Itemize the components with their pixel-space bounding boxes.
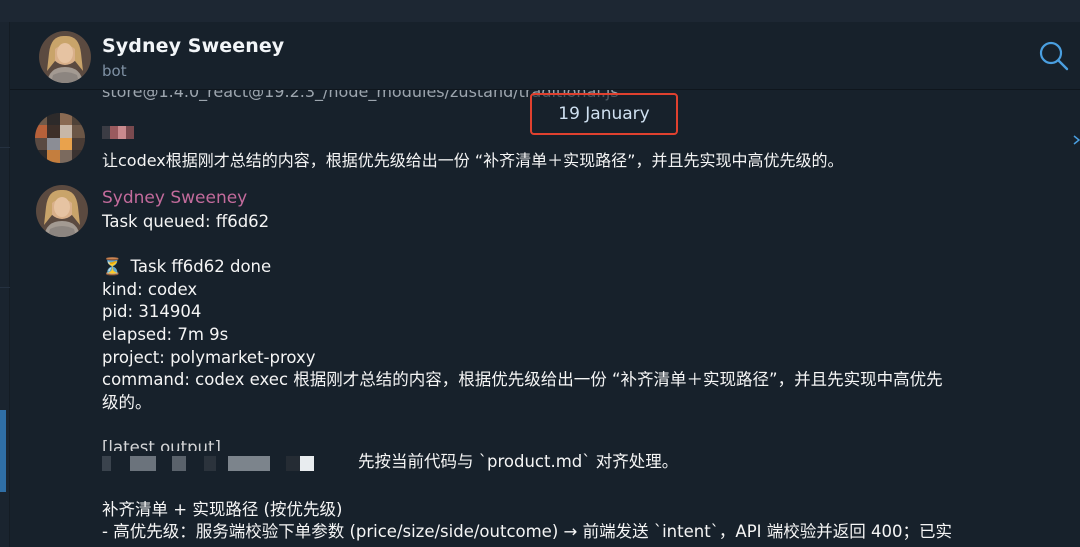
chat-list-edge[interactable] bbox=[0, 22, 10, 547]
redacted-block bbox=[286, 455, 300, 471]
latest-output-text: 先按当前代码与 `product.md` 对齐处理。 bbox=[358, 451, 679, 471]
message-line: 先按当前代码与 `product.md` 对齐处理。 bbox=[102, 451, 1042, 476]
redacted-block bbox=[228, 455, 270, 471]
task-done-text: Task ff6d62 done bbox=[130, 257, 272, 277]
message-line: project: polymarket-proxy bbox=[102, 347, 316, 367]
telegram-window: Sydney Sweeney bot store@1.4.0_react@19.… bbox=[0, 0, 1080, 547]
redacted-block bbox=[130, 455, 156, 471]
bot-sender-name[interactable]: Sydney Sweeney bbox=[102, 188, 247, 208]
user-name-redacted bbox=[102, 124, 142, 140]
message-line bbox=[102, 476, 1042, 499]
active-chat-indicator bbox=[0, 410, 6, 492]
message-line: kind: codex bbox=[102, 279, 198, 299]
bot-message-body: Task queued: ff6d62 ⏳ Task ff6d62 done ki… bbox=[102, 211, 1042, 544]
search-icon[interactable] bbox=[1038, 40, 1070, 72]
message-line: Task queued: ff6d62 bbox=[102, 212, 270, 231]
date-separator: 19 January bbox=[530, 93, 678, 135]
message-line: 级的。 bbox=[102, 392, 152, 412]
redacted-block bbox=[204, 455, 216, 471]
bot-avatar[interactable] bbox=[39, 31, 91, 83]
redacted-block bbox=[126, 126, 134, 139]
window-top-strip bbox=[0, 0, 1080, 22]
user-avatar[interactable] bbox=[35, 113, 85, 163]
redacted-output bbox=[102, 455, 352, 472]
redacted-block bbox=[118, 126, 126, 139]
message-line: - 高优先级：服务端校验下单参数 (price/size/side/outcom… bbox=[102, 522, 953, 542]
redacted-block bbox=[172, 455, 186, 471]
message-line: 补齐清单 + 实现路径 (按优先级) bbox=[102, 499, 343, 519]
hourglass-icon: ⏳ bbox=[102, 257, 123, 277]
message-line: [latest output] bbox=[102, 437, 221, 451]
divider bbox=[0, 287, 10, 288]
chat-status: bot bbox=[102, 62, 127, 80]
redacted-block bbox=[300, 455, 314, 471]
message-line bbox=[102, 414, 1042, 437]
bot-message-avatar[interactable] bbox=[36, 185, 88, 237]
redacted-block bbox=[102, 126, 110, 139]
message-line: command: codex exec 根据刚才总结的内容，根据优先级给出一份 … bbox=[102, 370, 943, 390]
chevron-right-icon[interactable] bbox=[1073, 130, 1080, 145]
message-line: pid: 314904 bbox=[102, 302, 202, 322]
user-message-text: 让codex根据刚才总结的内容，根据优先级给出一份 “补齐清单＋实现路径”，并且… bbox=[102, 151, 844, 170]
chat-title[interactable]: Sydney Sweeney bbox=[102, 35, 284, 57]
redacted-block bbox=[110, 126, 118, 139]
message-list[interactable]: store@1.4.0_react@19.2.3_/node_modules/z… bbox=[10, 90, 1080, 547]
message-line: elapsed: 7m 9s bbox=[102, 324, 229, 344]
message-line: ⏳ Task ff6d62 done bbox=[102, 256, 1042, 279]
divider bbox=[0, 147, 10, 148]
message-line bbox=[102, 234, 1042, 257]
redacted-block bbox=[102, 455, 111, 471]
chat-header: Sydney Sweeney bot bbox=[10, 22, 1080, 90]
